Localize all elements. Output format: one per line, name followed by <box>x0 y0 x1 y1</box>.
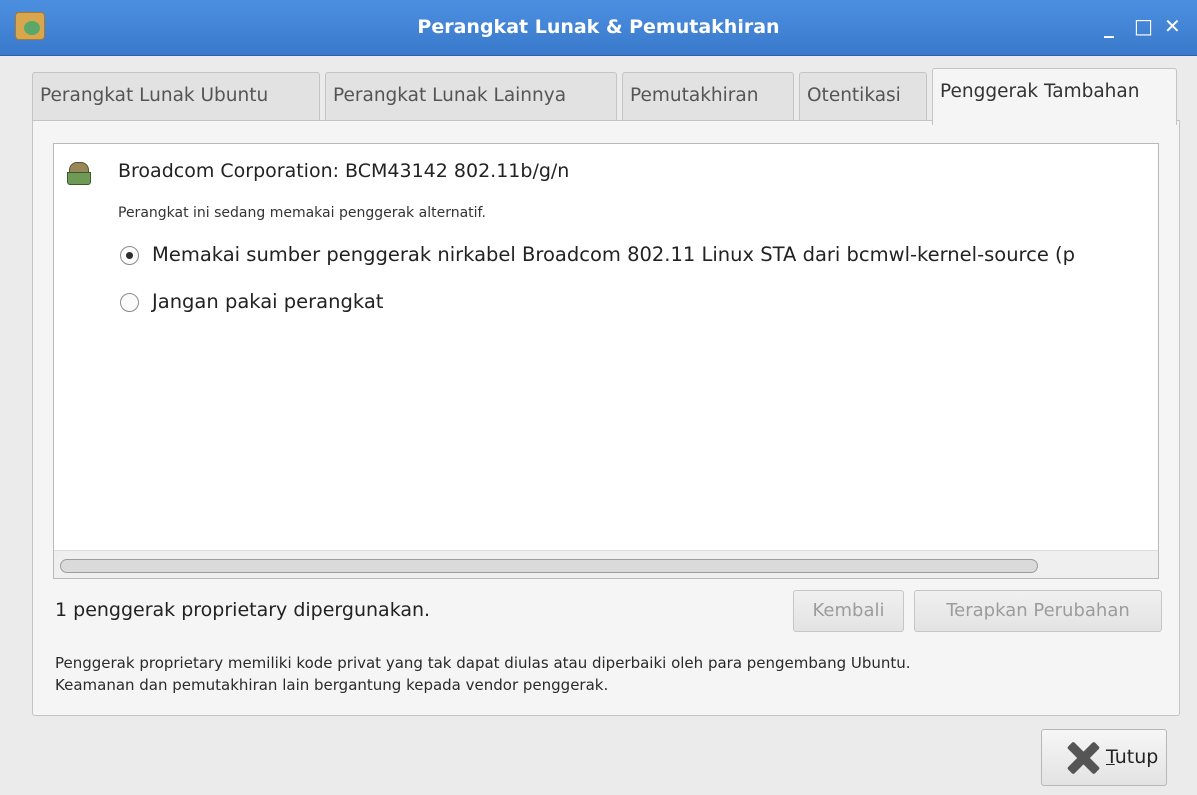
close-button-label: Tutup <box>1106 746 1158 768</box>
close-window-button[interactable]: ✕ <box>1164 14 1181 38</box>
close-button[interactable]: Tutup <box>1041 729 1167 786</box>
tab-updates[interactable]: Pemutakhiran <box>622 72 794 120</box>
scrollbar-thumb[interactable] <box>60 559 1038 573</box>
radio-button-selected[interactable] <box>120 246 139 265</box>
wireless-device-icon <box>67 162 91 185</box>
close-label-rest: utup <box>1114 746 1159 768</box>
window-title: Perangkat Lunak & Pemutakhiran <box>417 16 780 38</box>
device-status: Perangkat ini sedang memakai penggerak a… <box>118 205 486 221</box>
note-line: Keamanan dan pemutakhiran lain bergantun… <box>55 676 609 694</box>
minimize-button[interactable]: _ <box>1104 14 1114 38</box>
drivers-list: Broadcom Corporation: BCM43142 802.11b/g… <box>53 143 1159 579</box>
tab-other-software[interactable]: Perangkat Lunak Lainnya <box>325 72 617 120</box>
additional-drivers-panel: Broadcom Corporation: BCM43142 802.11b/g… <box>32 120 1180 716</box>
tab-ubuntu-software[interactable]: Perangkat Lunak Ubuntu <box>32 72 320 120</box>
revert-button[interactable]: Kembali <box>793 590 904 632</box>
driver-option-label: Jangan pakai perangkat <box>152 290 384 313</box>
close-mnemonic: T <box>1106 746 1115 768</box>
tab-authentication[interactable]: Otentikasi <box>799 72 927 120</box>
maximize-button[interactable]: □ <box>1134 14 1153 38</box>
radio-button[interactable] <box>120 293 139 312</box>
device-name: Broadcom Corporation: BCM43142 802.11b/g… <box>118 160 570 182</box>
proprietary-note: Penggerak proprietary memiliki kode priv… <box>55 652 911 696</box>
close-x-icon <box>1066 741 1100 775</box>
horizontal-scrollbar[interactable] <box>54 550 1158 578</box>
title-bar[interactable]: Perangkat Lunak & Pemutakhiran _ □ ✕ <box>0 0 1197 56</box>
tab-notebook: Perangkat Lunak Ubuntu Perangkat Lunak L… <box>32 68 1180 716</box>
driver-option-label: Memakai sumber penggerak nirkabel Broadc… <box>152 243 1076 266</box>
note-line: Penggerak proprietary memiliki kode priv… <box>55 654 911 672</box>
status-text: 1 penggerak proprietary dipergunakan. <box>55 599 431 621</box>
tab-additional-drivers[interactable]: Penggerak Tambahan <box>932 68 1177 125</box>
apply-changes-button[interactable]: Terapkan Perubahan <box>914 590 1162 632</box>
